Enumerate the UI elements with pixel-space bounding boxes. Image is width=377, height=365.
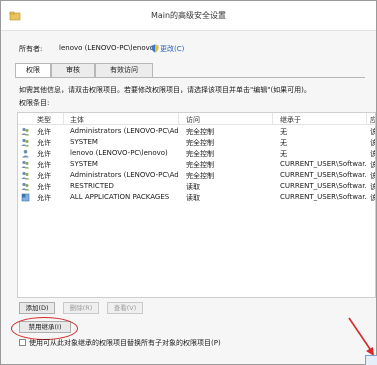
- tab-panel-border: [15, 77, 365, 78]
- tab-effective-access[interactable]: 有效访问: [95, 63, 153, 77]
- table-row[interactable]: 允许 lenovo (LENOVO-PC\lenovo) 完全控制 无 该: [18, 148, 375, 159]
- permission-entries-label: 权限条目:: [19, 99, 50, 107]
- owner-label: 所有者:: [19, 45, 43, 53]
- cell-inherited-from: CURRENT_USER\Softwar...: [280, 182, 366, 190]
- view-button[interactable]: 查看(V): [107, 302, 143, 314]
- user-group-icon: [21, 182, 30, 191]
- user-icon: [22, 149, 29, 158]
- uac-shield-icon: [151, 44, 159, 53]
- window-title: Main的高级安全设置: [150, 11, 227, 20]
- change-owner-link[interactable]: 更改(C): [160, 44, 184, 54]
- add-button[interactable]: 添加(D): [19, 302, 55, 314]
- cell-type: 允许: [37, 139, 51, 147]
- cell-inherited-from: CURRENT_USER\Softwar...: [280, 193, 366, 201]
- annotation-circle: [11, 317, 78, 340]
- cell-principal: ALL APPLICATION PACKAGES: [70, 193, 170, 201]
- cell-access: 读取: [186, 194, 200, 202]
- cell-principal: RESTRICTED: [70, 182, 114, 190]
- cell-access: 完全控制: [186, 172, 214, 180]
- header-applies-to[interactable]: 应: [370, 115, 375, 125]
- cell-applies-to: 该: [370, 193, 375, 203]
- cell-type: 允许: [37, 150, 51, 158]
- remove-button[interactable]: 删除(R): [63, 302, 99, 314]
- cell-inherited-from: 无: [280, 150, 287, 158]
- tab-permissions[interactable]: 权限: [15, 63, 51, 78]
- annotation-arrow-icon: [348, 317, 374, 356]
- cell-principal: Administrators (LENOVO-PC\Ad...: [70, 127, 178, 135]
- tab-auditing[interactable]: 审核: [51, 63, 95, 77]
- header-type[interactable]: 类型: [37, 115, 51, 125]
- user-group-icon: [21, 127, 30, 136]
- cell-inherited-from: CURRENT_USER\Softwar...: [280, 160, 366, 168]
- header-separator: [63, 113, 64, 125]
- cell-applies-to: 该: [370, 182, 375, 192]
- cell-access: 完全控制: [186, 161, 214, 169]
- user-group-icon: [21, 171, 30, 180]
- ok-button[interactable]: [365, 355, 377, 365]
- table-row[interactable]: 允许 Administrators (LENOVO-PC\Ad... 完全控制 …: [18, 170, 375, 181]
- replace-child-permissions-label: 使用可从此对象继承的权限项目替换所有子对象的权限项目(P): [29, 339, 221, 347]
- cell-inherited-from: 无: [280, 139, 287, 147]
- cell-principal: lenovo (LENOVO-PC\lenovo): [70, 149, 168, 157]
- cell-principal: SYSTEM: [70, 160, 98, 168]
- table-row[interactable]: 允许 Administrators (LENOVO-PC\Ad... 完全控制 …: [18, 126, 375, 137]
- cell-principal: SYSTEM: [70, 138, 98, 146]
- owner-value: lenovo (LENOVO-PC\lenovo): [59, 44, 157, 52]
- table-row[interactable]: 允许 RESTRICTED 读取 CURRENT_USER\Softwar...…: [18, 181, 375, 192]
- user-group-icon: [21, 160, 30, 169]
- instructions-text: 如需其他信息，请双击权限项目。若要修改权限项目，请选择该项目并单击"编辑"(如果…: [19, 86, 311, 94]
- replace-child-permissions-checkbox[interactable]: [19, 339, 26, 346]
- cell-type: 允许: [37, 172, 51, 180]
- table-row[interactable]: 允许 SYSTEM 完全控制 无 该: [18, 137, 375, 148]
- permission-entries-list[interactable]: 类型 主体 访问 继承于 应 允许 Administrators (LENOVO…: [17, 112, 376, 298]
- user-group-icon: [21, 138, 30, 147]
- header-inherited-from[interactable]: 继承于: [280, 115, 301, 125]
- cell-applies-to: 该: [370, 160, 375, 170]
- cell-access: 读取: [186, 183, 200, 191]
- cell-principal: Administrators (LENOVO-PC\Ad...: [70, 171, 178, 179]
- cell-type: 允许: [37, 183, 51, 191]
- cell-type: 允许: [37, 194, 51, 202]
- cell-type: 允许: [37, 161, 51, 169]
- header-separator: [178, 113, 179, 125]
- header-principal[interactable]: 主体: [70, 115, 84, 125]
- cell-applies-to: 该: [370, 127, 375, 137]
- cell-applies-to: 该: [370, 138, 375, 148]
- table-row[interactable]: 允许 ALL APPLICATION PACKAGES 读取 CURRENT_U…: [18, 192, 375, 203]
- cell-applies-to: 该: [370, 171, 375, 181]
- cell-access: 完全控制: [186, 128, 214, 136]
- advanced-security-window: Main的高级安全设置 所有者: lenovo (LENOVO-PC\lenov…: [0, 0, 377, 365]
- package-icon: [21, 193, 30, 202]
- header-access[interactable]: 访问: [186, 115, 200, 125]
- cell-applies-to: 该: [370, 149, 375, 159]
- table-row[interactable]: 允许 SYSTEM 完全控制 CURRENT_USER\Softwar... 该: [18, 159, 375, 170]
- cell-inherited-from: CURRENT_USER\Softwar...: [280, 171, 366, 179]
- cell-type: 允许: [37, 128, 51, 136]
- cell-inherited-from: 无: [280, 128, 287, 136]
- header-separator: [272, 113, 273, 125]
- list-header: 类型 主体 访问 继承于 应: [18, 113, 375, 125]
- title-bar: Main的高级安全设置: [1, 1, 376, 31]
- cell-access: 完全控制: [186, 150, 214, 158]
- cell-access: 完全控制: [186, 139, 214, 147]
- header-separator: [366, 113, 367, 125]
